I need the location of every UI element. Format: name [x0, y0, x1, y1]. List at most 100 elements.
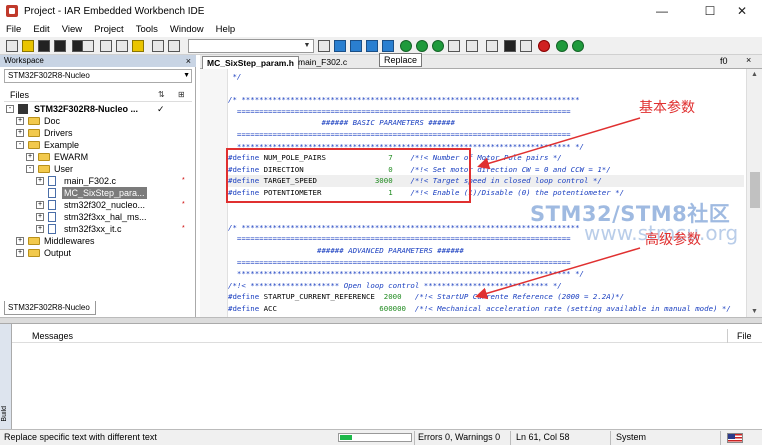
workspace-tab[interactable]: STM32F302R8-Nucleo: [4, 301, 96, 315]
sort-icon[interactable]: ⇅: [158, 90, 165, 99]
toggle-bookmark-icon[interactable]: [416, 40, 428, 52]
folder-icon: [28, 249, 40, 257]
errors-warnings: Errors 0, Warnings 0: [418, 432, 501, 442]
replace-tooltip: Replace: [379, 53, 423, 67]
tree-item-label: Doc: [44, 116, 61, 126]
expand-icon[interactable]: +: [36, 201, 44, 209]
find-next-icon[interactable]: [334, 40, 346, 52]
function-list-button[interactable]: f0: [720, 56, 728, 66]
collapse-icon[interactable]: -: [16, 141, 24, 149]
goto-icon[interactable]: [400, 40, 412, 52]
vertical-scrollbar[interactable]: ▲ ▼: [746, 69, 762, 317]
tree-folder[interactable]: + Middlewares: [4, 235, 192, 247]
tree-folder[interactable]: - Example: [4, 139, 192, 151]
configuration-select[interactable]: STM32F302R8-Nucleo ▼: [4, 69, 192, 83]
tree-file[interactable]: + stm32f3xx_it.c *: [4, 223, 192, 235]
replace-icon[interactable]: [382, 40, 394, 52]
scroll-thumb[interactable]: [750, 172, 760, 208]
tree-folder[interactable]: + Doc: [4, 115, 192, 127]
print-icon[interactable]: [82, 40, 94, 52]
minimize-button[interactable]: —: [642, 0, 682, 22]
expand-icon[interactable]: +: [26, 153, 34, 161]
tree-item-label: stm32f3xx_hal_ms...: [64, 212, 147, 222]
debug-without-download-icon[interactable]: [572, 40, 584, 52]
tab-main-f302[interactable]: main_F302.c: [294, 56, 351, 69]
undo-icon[interactable]: [152, 40, 164, 52]
tree-file[interactable]: + main_F302.c *: [4, 175, 192, 187]
nav-back-icon[interactable]: [448, 40, 460, 52]
tab-mc-sixstep-param[interactable]: MC_SixStep_param.h: [202, 56, 299, 69]
chevron-down-icon: ▼: [303, 42, 311, 49]
find-combo[interactable]: ▼: [188, 39, 314, 53]
compile-icon[interactable]: [486, 40, 498, 52]
build-progress-fill: [340, 435, 353, 440]
scroll-up-icon[interactable]: ▲: [751, 71, 758, 78]
cut-icon[interactable]: [100, 40, 112, 52]
collapse-icon[interactable]: -: [26, 165, 34, 173]
expand-icon[interactable]: +: [16, 117, 24, 125]
options-icon[interactable]: ⊞: [178, 90, 185, 99]
new-file-icon[interactable]: [6, 40, 18, 52]
basic-params-annotation: 基本参数: [639, 100, 695, 116]
save-all-icon[interactable]: [54, 40, 66, 52]
tree-item-label: Middlewares: [44, 236, 95, 246]
workspace-close-icon[interactable]: ×: [186, 55, 191, 67]
build-side-tab[interactable]: Build: [0, 324, 12, 430]
tree-file[interactable]: MC_SixStep_para...: [4, 187, 192, 199]
menu-edit[interactable]: Edit: [27, 24, 55, 35]
menu-file[interactable]: File: [0, 24, 27, 35]
build-label: Build: [1, 406, 8, 422]
stop-build-icon[interactable]: [520, 40, 532, 52]
tree-folder[interactable]: + EWARM: [4, 151, 192, 163]
build-progress: [338, 433, 412, 442]
find-in-files-icon[interactable]: [366, 40, 378, 52]
workspace-title: Workspace: [4, 56, 44, 65]
tree-folder[interactable]: - User: [4, 163, 192, 175]
menu-window[interactable]: Window: [164, 24, 210, 35]
tree-file[interactable]: + stm32f3xx_hal_ms...: [4, 211, 192, 223]
status-bar: Replace specific text with different tex…: [0, 429, 762, 445]
menu-tools[interactable]: Tools: [130, 24, 164, 35]
close-button[interactable]: ✕: [722, 0, 762, 22]
expand-icon[interactable]: +: [36, 225, 44, 233]
collapse-icon[interactable]: -: [6, 105, 14, 113]
expand-icon[interactable]: +: [36, 177, 44, 185]
find-prev-icon[interactable]: [318, 40, 330, 52]
menu-view[interactable]: View: [56, 24, 88, 35]
redo-icon[interactable]: [168, 40, 180, 52]
tree-file[interactable]: + stm32f302_nucleo... *: [4, 199, 192, 211]
menu-project[interactable]: Project: [88, 24, 130, 35]
expand-icon[interactable]: +: [36, 213, 44, 221]
expand-icon[interactable]: +: [16, 237, 24, 245]
make-icon[interactable]: [504, 40, 516, 52]
tree-folder[interactable]: + Drivers: [4, 127, 192, 139]
tree-folder[interactable]: + Output: [4, 247, 192, 259]
menu-help[interactable]: Help: [210, 24, 242, 35]
code-line: #define ACC 600000 /*!< Mechanical accel…: [228, 304, 731, 313]
download-debug-icon[interactable]: [556, 40, 568, 52]
expand-icon[interactable]: +: [16, 129, 24, 137]
tree-project[interactable]: - STM32F302R8-Nucleo ... ✓: [4, 103, 192, 115]
expand-icon[interactable]: +: [16, 249, 24, 257]
copy-icon[interactable]: [116, 40, 128, 52]
find-icon[interactable]: [350, 40, 362, 52]
folder-icon: [38, 165, 50, 173]
paste-icon[interactable]: [132, 40, 144, 52]
scroll-down-icon[interactable]: ▼: [751, 308, 758, 315]
code-line: ========================================…: [228, 257, 571, 267]
file-column[interactable]: File: [737, 331, 752, 341]
tree-item-label: main_F302.c: [64, 176, 117, 186]
code-line: #define STARTUP_CURRENT_REFERENCE 2000 /…: [228, 292, 625, 302]
check-icon: ✓: [157, 104, 165, 114]
next-bookmark-icon[interactable]: [432, 40, 444, 52]
messages-column[interactable]: Messages: [32, 331, 73, 341]
app-icon: [6, 5, 18, 17]
breakpoint-icon[interactable]: [538, 40, 550, 52]
open-file-icon[interactable]: [22, 40, 34, 52]
tree-item-label: stm32f3xx_it.c: [64, 224, 122, 234]
save-icon[interactable]: [38, 40, 50, 52]
nav-forward-icon[interactable]: [466, 40, 478, 52]
file-icon: [48, 188, 56, 198]
editor-tab-bar: MC_SixStep_param.h main_F302.c f0 ×: [200, 55, 762, 69]
editor-close-icon[interactable]: ×: [746, 55, 751, 65]
